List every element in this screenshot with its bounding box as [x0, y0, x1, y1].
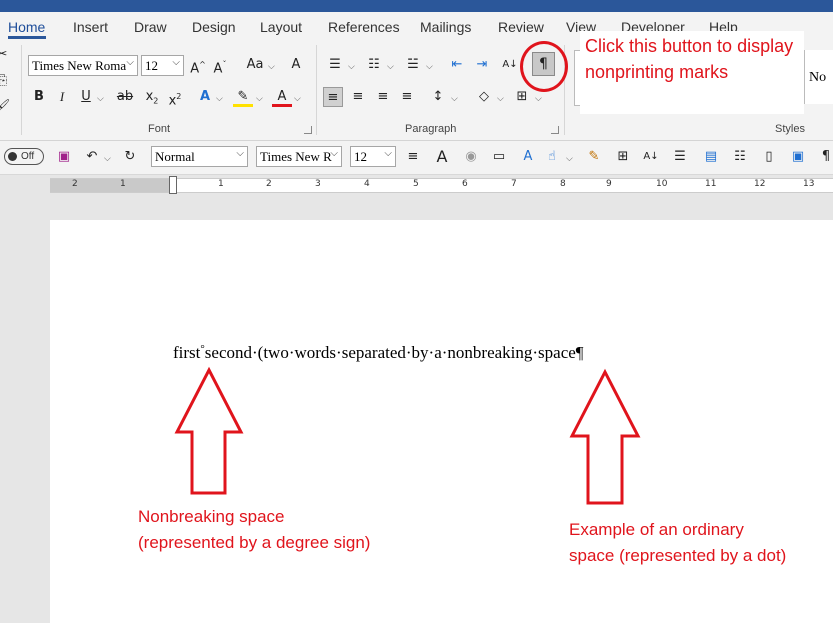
nonbreaking-note: Nonbreaking space (represented by a degr…: [138, 507, 371, 552]
arrow-up-nonbreaking: [174, 366, 244, 495]
ordinary-space-note: Example of an ordinary space (represente…: [569, 520, 787, 565]
arrow-up-ordinary: [569, 368, 641, 505]
